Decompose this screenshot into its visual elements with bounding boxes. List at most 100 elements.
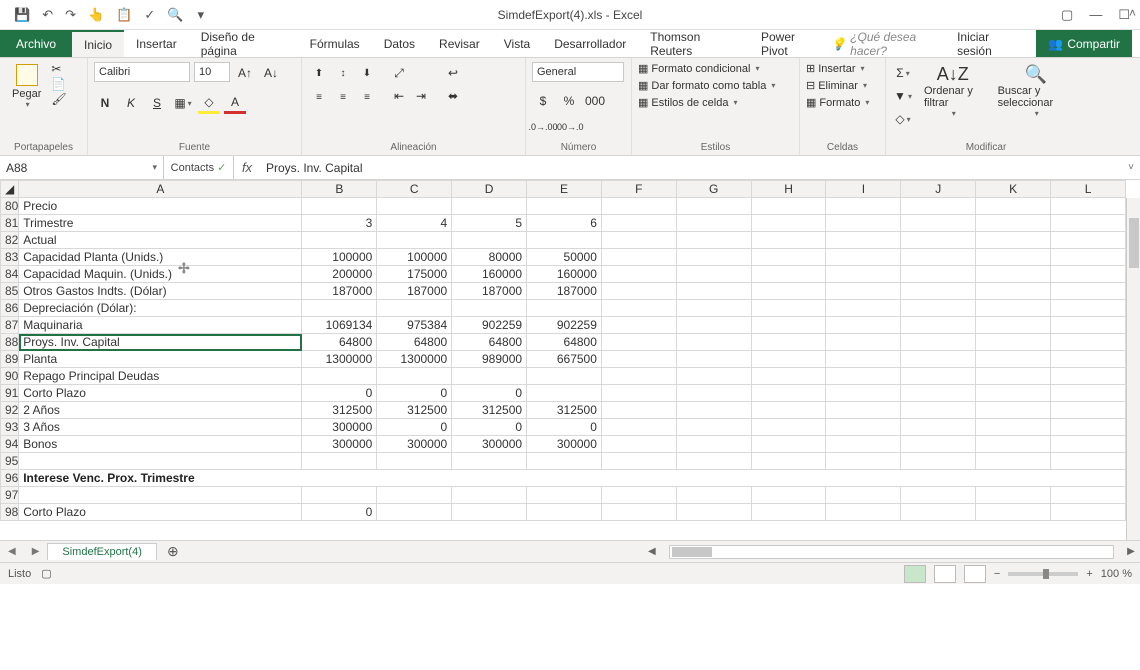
format-painter-icon[interactable]: 🖌 (51, 92, 66, 106)
add-sheet-icon[interactable]: ⊕ (163, 542, 183, 562)
cell[interactable] (676, 402, 751, 419)
align-bottom-icon[interactable]: ⬇ (356, 62, 378, 84)
cell[interactable] (901, 215, 976, 232)
find-select-button[interactable]: 🔍 Buscar y seleccionar▾ (992, 62, 1080, 120)
clear-icon[interactable]: ◇▾ (892, 108, 914, 130)
cell[interactable]: 0 (452, 419, 527, 436)
col-header[interactable]: A (19, 181, 302, 198)
cell[interactable] (676, 198, 751, 215)
cell[interactable] (751, 419, 826, 436)
percent-icon[interactable]: % (558, 90, 580, 112)
cell[interactable]: 5 (452, 215, 527, 232)
cell[interactable] (976, 402, 1051, 419)
cell[interactable] (601, 334, 676, 351)
cell[interactable]: Precio (19, 198, 302, 215)
tell-me-search[interactable]: 💡¿Qué desea hacer? (831, 30, 937, 58)
cell[interactable]: 64800 (377, 334, 452, 351)
cell[interactable] (601, 232, 676, 249)
col-header[interactable]: H (751, 181, 826, 198)
cell[interactable] (676, 317, 751, 334)
cell[interactable] (976, 198, 1051, 215)
row-header[interactable]: 82 (1, 232, 19, 249)
cell[interactable]: 100000 (377, 249, 452, 266)
cell[interactable] (901, 368, 976, 385)
cell[interactable]: 312500 (377, 402, 452, 419)
cell[interactable]: 160000 (527, 266, 602, 283)
scroll-thumb[interactable] (1129, 218, 1139, 268)
cell[interactable] (601, 453, 676, 470)
formula-input[interactable]: Proys. Inv. Capital (260, 156, 1122, 179)
qat-undo-icon[interactable]: ↶ (42, 7, 53, 23)
border-icon[interactable]: ▦▾ (172, 92, 194, 114)
cell[interactable]: 300000 (377, 436, 452, 453)
cell[interactable]: 312500 (452, 402, 527, 419)
cell[interactable]: Proys. Inv. Capital (19, 334, 302, 351)
vertical-scrollbar[interactable] (1126, 198, 1140, 540)
cell[interactable] (1051, 283, 1126, 300)
col-header[interactable]: D (452, 181, 527, 198)
cell[interactable] (976, 266, 1051, 283)
cell[interactable] (976, 487, 1051, 504)
cell[interactable] (751, 402, 826, 419)
align-right-icon[interactable]: ≡ (356, 86, 378, 108)
cell[interactable]: 1069134 (302, 317, 377, 334)
cell[interactable] (901, 334, 976, 351)
cell[interactable] (377, 487, 452, 504)
cell[interactable] (1051, 351, 1126, 368)
hscroll-right-icon[interactable]: ▶ (1122, 546, 1140, 557)
col-header[interactable]: K (976, 181, 1051, 198)
cell[interactable] (676, 334, 751, 351)
display-options-icon[interactable]: ▢ (1061, 7, 1073, 23)
font-name-combo[interactable]: Calibri (94, 62, 190, 82)
cell[interactable]: Repago Principal Deudas (19, 368, 302, 385)
tab-formulas[interactable]: Fórmulas (298, 30, 372, 57)
row-header[interactable]: 89 (1, 351, 19, 368)
cell[interactable]: 902259 (452, 317, 527, 334)
zoom-level[interactable]: 100 % (1101, 568, 1132, 580)
col-header[interactable]: I (826, 181, 901, 198)
cell[interactable] (676, 504, 751, 521)
cell[interactable] (377, 300, 452, 317)
cell[interactable] (976, 504, 1051, 521)
cell[interactable] (601, 385, 676, 402)
qat-brush-icon[interactable]: ✓ (144, 7, 155, 23)
cell[interactable]: 0 (377, 419, 452, 436)
cell[interactable] (751, 249, 826, 266)
qat-preview-icon[interactable]: 🔍 (167, 7, 183, 23)
cell[interactable] (826, 402, 901, 419)
cell[interactable]: Capacidad Maquin. (Unids.) (19, 266, 302, 283)
cell[interactable] (302, 368, 377, 385)
autosum-icon[interactable]: Σ▾ (892, 62, 914, 84)
align-middle-icon[interactable]: ↕ (332, 62, 354, 84)
row-header[interactable]: 95 (1, 453, 19, 470)
zoom-in-icon[interactable]: + (1086, 568, 1092, 580)
cell[interactable] (976, 334, 1051, 351)
cell[interactable] (976, 232, 1051, 249)
table-row[interactable]: 81Trimestre3456 (1, 215, 1126, 232)
cell[interactable]: 300000 (452, 436, 527, 453)
format-cells-button[interactable]: ▦Formato▾ (806, 96, 869, 109)
select-all-corner[interactable]: ◢ (1, 181, 19, 198)
cell[interactable] (601, 419, 676, 436)
row-header[interactable]: 88 (1, 334, 19, 351)
decrease-font-icon[interactable]: A↓ (260, 62, 282, 84)
align-top-icon[interactable]: ⬆ (308, 62, 330, 84)
cell[interactable]: 187000 (527, 283, 602, 300)
align-center-icon[interactable]: ≡ (332, 86, 354, 108)
row-header[interactable]: 86 (1, 300, 19, 317)
wrap-text-icon[interactable]: ↩ (442, 62, 464, 84)
cell[interactable] (302, 487, 377, 504)
cell[interactable]: Capacidad Planta (Unids.) (19, 249, 302, 266)
cell[interactable] (976, 351, 1051, 368)
table-row[interactable]: 91Corto Plazo000 (1, 385, 1126, 402)
cell[interactable]: 0 (527, 419, 602, 436)
cell[interactable] (826, 266, 901, 283)
cell[interactable] (826, 487, 901, 504)
cell[interactable] (601, 402, 676, 419)
cell[interactable] (601, 283, 676, 300)
table-row[interactable]: 85Otros Gastos Indts. (Dólar)18700018700… (1, 283, 1126, 300)
cell[interactable] (1051, 504, 1126, 521)
tab-home[interactable]: Inicio (72, 30, 124, 57)
cell[interactable] (826, 198, 901, 215)
cell[interactable]: 187000 (377, 283, 452, 300)
